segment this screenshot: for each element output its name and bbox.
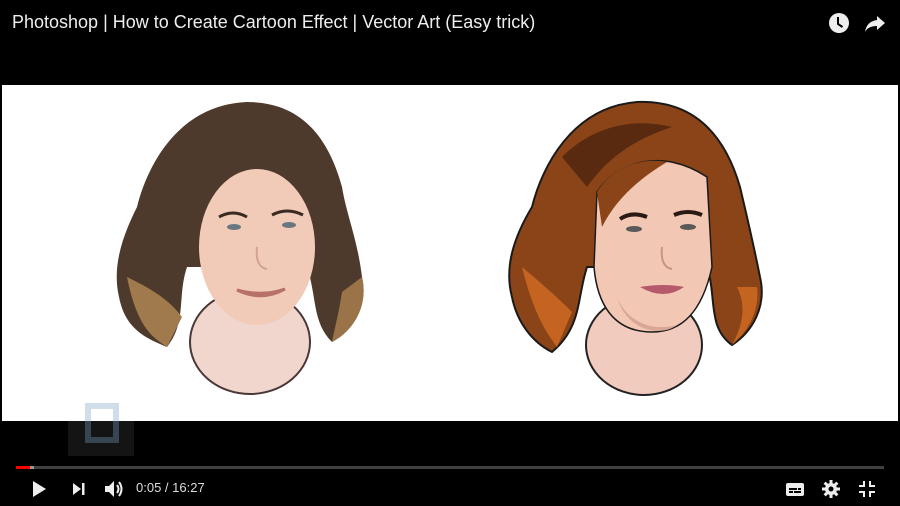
progress-bar[interactable] bbox=[16, 466, 884, 469]
settings-icon[interactable] bbox=[820, 478, 842, 500]
photo-portrait bbox=[116, 102, 364, 395]
subtitles-icon[interactable] bbox=[784, 478, 806, 500]
watch-later-icon[interactable] bbox=[828, 12, 850, 34]
player-controls: 0:05 / 16:27 bbox=[0, 474, 900, 502]
exit-fullscreen-icon[interactable] bbox=[856, 478, 878, 500]
next-icon[interactable] bbox=[68, 478, 90, 500]
channel-watermark[interactable] bbox=[68, 390, 134, 456]
play-icon[interactable] bbox=[28, 478, 50, 500]
video-title[interactable]: Photoshop | How to Create Cartoon Effect… bbox=[12, 12, 535, 33]
cartoon-portrait bbox=[508, 100, 763, 396]
played-bar bbox=[16, 466, 30, 469]
share-icon[interactable] bbox=[864, 12, 886, 34]
video-frame[interactable] bbox=[2, 85, 898, 421]
time-display: 0:05 / 16:27 bbox=[136, 480, 205, 495]
top-right-actions bbox=[828, 12, 886, 34]
volume-icon[interactable] bbox=[103, 478, 125, 500]
